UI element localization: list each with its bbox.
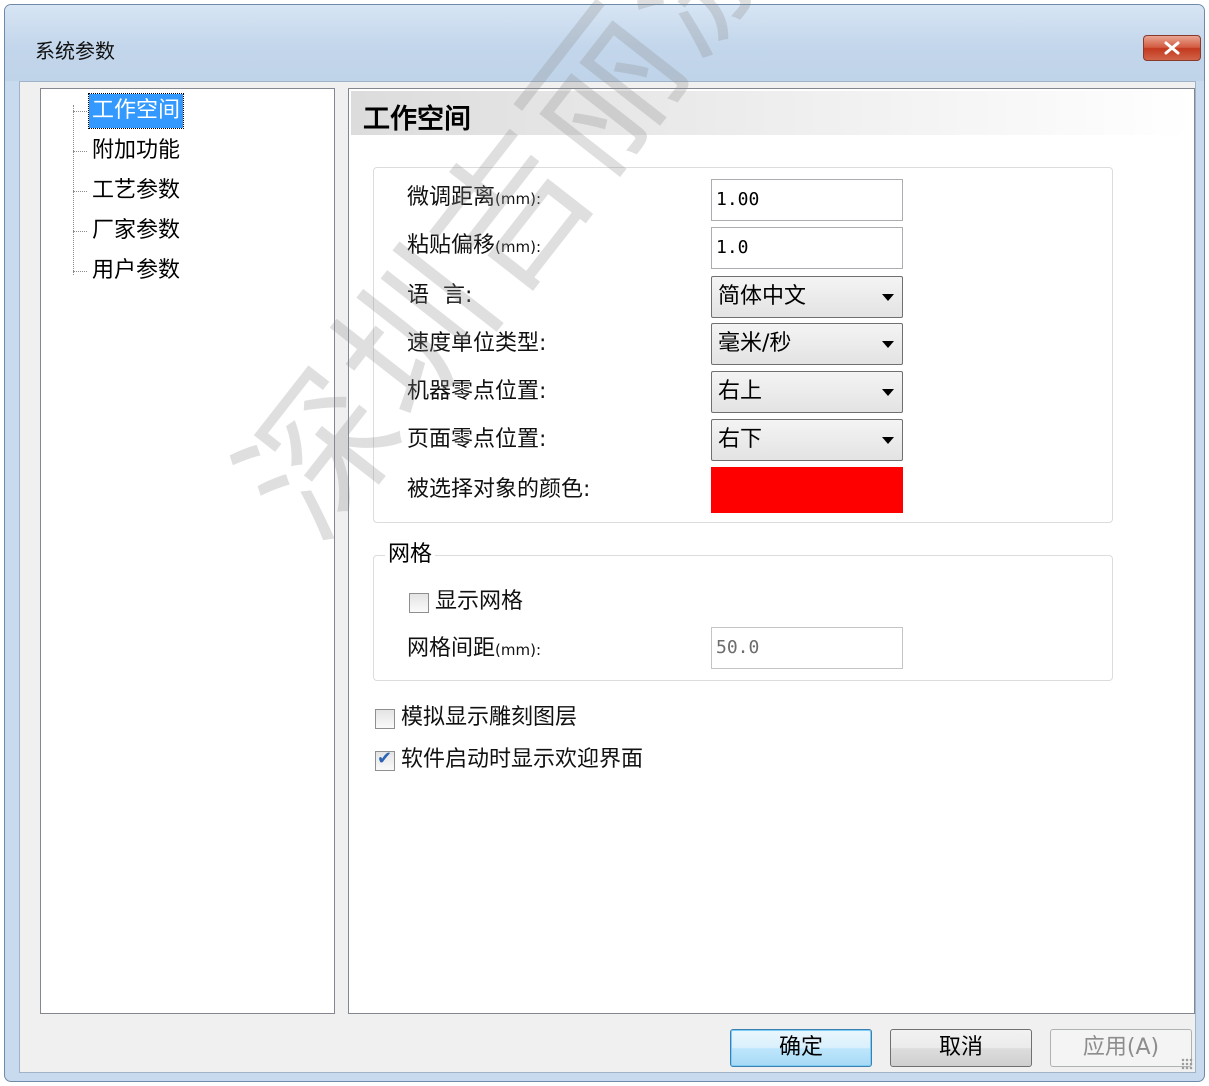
grid-spacing-label: 网格间距(mm):	[407, 636, 541, 661]
selected-color-swatch[interactable]	[711, 467, 903, 513]
settings-panel: 工作空间 微调距离(mm): 1.00 粘贴偏移(mm): 1.0 语 言: 简…	[348, 88, 1195, 1014]
title-bar[interactable]: 系统参数	[5, 5, 1204, 81]
cancel-button[interactable]: 取消	[890, 1029, 1032, 1067]
chevron-down-icon	[882, 389, 894, 396]
tree-connector	[73, 111, 87, 112]
grid-spacing-input[interactable]: 50.0	[711, 627, 903, 669]
show-grid-label[interactable]: 显示网格	[435, 587, 523, 617]
language-select[interactable]: 简体中文	[711, 276, 903, 318]
window-title: 系统参数	[35, 39, 115, 63]
tree-connector	[73, 105, 74, 275]
tree-connector	[73, 271, 87, 272]
close-button[interactable]	[1143, 35, 1201, 61]
panel-header: 工作空间	[351, 91, 1192, 135]
chevron-down-icon	[882, 341, 894, 348]
machine-zero-label: 机器零点位置:	[407, 379, 547, 404]
show-welcome-label[interactable]: 软件启动时显示欢迎界面	[401, 745, 643, 775]
machine-zero-select-value: 右上	[718, 379, 763, 404]
show-welcome-checkbox[interactable]: ✔	[375, 748, 395, 771]
language-select-value: 简体中文	[718, 284, 807, 309]
chevron-down-icon	[882, 294, 894, 301]
fine-tune-input[interactable]: 1.00	[711, 179, 903, 221]
paste-offset-label: 粘贴偏移(mm):	[407, 233, 541, 258]
tree-connector	[73, 231, 87, 232]
resize-grip-icon[interactable]	[1181, 1058, 1193, 1070]
tree-item-user-params[interactable]: 用户参数	[89, 254, 183, 288]
speed-unit-select[interactable]: 毫米/秒	[711, 323, 903, 365]
grid-group-legend: 网格	[385, 541, 436, 569]
simulate-layers-label[interactable]: 模拟显示雕刻图层	[401, 703, 577, 733]
checkmark-icon: ✔	[377, 748, 393, 769]
selected-color-label: 被选择对象的颜色:	[407, 477, 591, 502]
fine-tune-label: 微调距离(mm):	[407, 185, 541, 210]
tree-connector	[73, 151, 87, 152]
speed-unit-label: 速度单位类型:	[407, 331, 547, 356]
ok-button[interactable]: 确定	[730, 1029, 872, 1067]
dialog-window: 系统参数 工作空间 附加功能 工艺参数 厂家参数 用户参数 工作空间 微调距离(…	[4, 4, 1205, 1082]
panel-title: 工作空间	[363, 104, 471, 135]
show-grid-checkbox[interactable]	[409, 593, 429, 613]
dialog-client-area: 工作空间 附加功能 工艺参数 厂家参数 用户参数 工作空间 微调距离(mm): …	[19, 81, 1196, 1073]
tree-item-add-ons[interactable]: 附加功能	[89, 134, 183, 168]
language-label: 语 言:	[407, 283, 473, 308]
tree-item-workspace[interactable]: 工作空间	[87, 93, 185, 129]
page-zero-label: 页面零点位置:	[407, 427, 547, 452]
machine-zero-select[interactable]: 右上	[711, 371, 903, 413]
page-zero-select[interactable]: 右下	[711, 419, 903, 461]
close-icon	[1164, 41, 1180, 55]
paste-offset-input[interactable]: 1.0	[711, 227, 903, 269]
speed-unit-select-value: 毫米/秒	[718, 331, 792, 356]
tree-item-process-params[interactable]: 工艺参数	[89, 174, 183, 208]
tree-connector	[73, 191, 87, 192]
simulate-layers-checkbox[interactable]	[375, 709, 395, 729]
apply-button[interactable]: 应用(A)	[1050, 1029, 1192, 1067]
tree-item-vendor-params[interactable]: 厂家参数	[89, 214, 183, 248]
category-tree: 工作空间 附加功能 工艺参数 厂家参数 用户参数	[40, 88, 335, 1014]
chevron-down-icon	[882, 437, 894, 444]
page-zero-select-value: 右下	[718, 427, 763, 452]
